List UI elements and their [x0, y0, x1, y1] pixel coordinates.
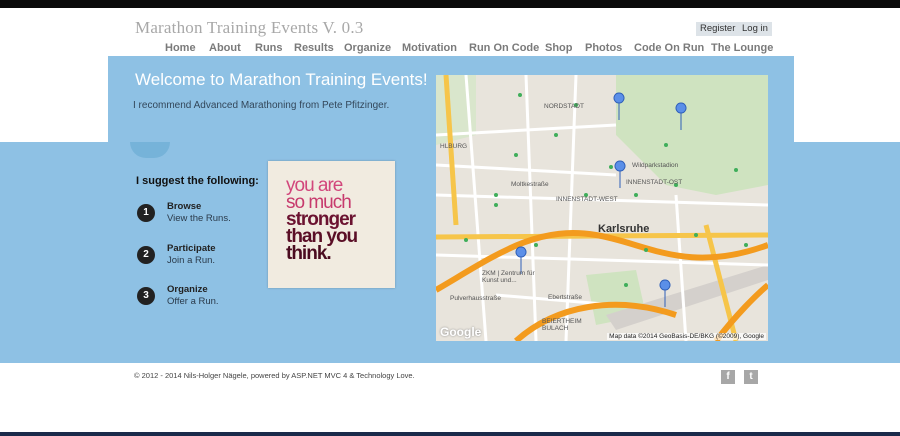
- nav-organize[interactable]: Organize: [344, 42, 391, 54]
- step-description: Join a Run.: [167, 255, 216, 266]
- map-label-pulverhausstrasse: Pulverhausstraße: [450, 295, 501, 302]
- map-label-innenstadt-west: INNENSTADT-WEST: [556, 196, 618, 203]
- map-label-nordstadt: NORDSTADT: [544, 103, 584, 110]
- map-label-moltkestrasse: Moltkestraße: [511, 181, 549, 188]
- nav-the-lounge[interactable]: The Lounge: [711, 42, 773, 54]
- suggest-heading: I suggest the following:: [136, 175, 259, 187]
- nav-runs[interactable]: Runs: [255, 42, 283, 54]
- register-button[interactable]: Register: [696, 22, 740, 36]
- step-number-badge: 1: [137, 204, 155, 222]
- step-number-badge: 2: [137, 246, 155, 264]
- map-label-innenstadt-ost: INNENSTADT-OST: [626, 179, 683, 186]
- google-logo[interactable]: Google: [440, 325, 481, 339]
- step-title[interactable]: Organize: [167, 284, 208, 295]
- twitter-icon[interactable]: t: [744, 370, 758, 384]
- hero-subtitle: I recommend Advanced Marathoning from Pe…: [133, 100, 390, 111]
- nav-results[interactable]: Results: [294, 42, 334, 54]
- taskbar-strip: [0, 432, 900, 436]
- map-label-beiertheim: BEIERTHEIM BULACH: [542, 318, 582, 332]
- site-title[interactable]: Marathon Training Events V. 0.3: [135, 18, 363, 38]
- step-description: Offer a Run.: [167, 296, 219, 307]
- map-credit: Map data ©2014 GeoBasis-DE/BKG (©2009), …: [607, 333, 766, 340]
- step-title[interactable]: Participate: [167, 243, 216, 254]
- google-map[interactable]: NORDSTADT Moltkestraße INNENSTADT-WEST I…: [436, 75, 768, 341]
- nav-code-on-run[interactable]: Code On Run: [634, 42, 704, 54]
- nav-photos[interactable]: Photos: [585, 42, 622, 54]
- step-description: View the Runs.: [167, 213, 231, 224]
- footer-copyright: © 2012 - 2014 Nils-Holger Nägele, powere…: [134, 371, 415, 380]
- poster-line: think.: [286, 243, 332, 264]
- nav-shop[interactable]: Shop: [545, 42, 573, 54]
- browser-top-bar: [0, 0, 900, 8]
- map-city-label: Karlsruhe: [598, 223, 650, 235]
- login-button[interactable]: Log in: [738, 22, 772, 36]
- map-label-zkm: ZKM | Zentrum für Kunst und...: [482, 270, 535, 284]
- nav-motivation[interactable]: Motivation: [402, 42, 457, 54]
- main-nav: Home About Runs Results Organize Motivat…: [0, 42, 900, 56]
- poster-text: you are so much stronger than you think.: [286, 176, 386, 264]
- map-label-hlburg: HLBURG: [440, 143, 468, 150]
- nav-home[interactable]: Home: [165, 42, 196, 54]
- nav-run-on-code[interactable]: Run On Code: [469, 42, 539, 54]
- step-title[interactable]: Browse: [167, 201, 201, 212]
- facebook-icon[interactable]: f: [721, 370, 735, 384]
- step-number-badge: 3: [137, 287, 155, 305]
- motivation-poster: you are so much stronger than you think.: [268, 161, 395, 288]
- map-label-ebertstrasse: Ebertstraße: [548, 294, 582, 301]
- hero-title: Welcome to Marathon Training Events!: [135, 70, 428, 89]
- map-label-wildparkstadion: Wildparkstadion: [632, 162, 679, 169]
- nav-about[interactable]: About: [209, 42, 241, 54]
